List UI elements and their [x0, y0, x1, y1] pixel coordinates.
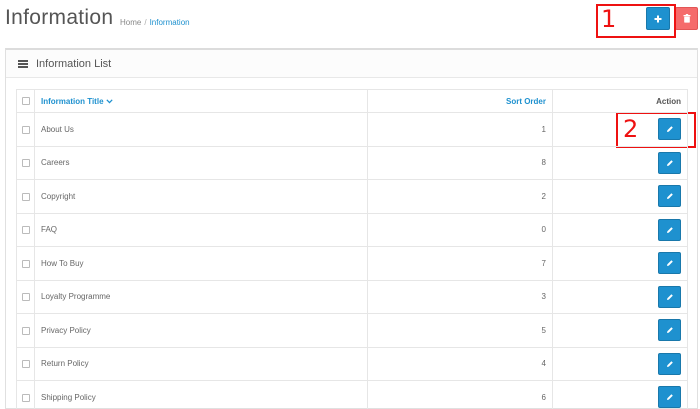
row-sort-order: 1: [367, 112, 553, 147]
row-title: About Us: [34, 112, 368, 147]
pencil-icon: [666, 360, 673, 367]
row-action-cell: [552, 346, 688, 381]
edit-button[interactable]: [658, 118, 681, 141]
edit-button[interactable]: [658, 285, 681, 308]
table-header-row: Information Title Sort Order Action: [16, 89, 688, 113]
row-title: How To Buy: [34, 246, 368, 281]
row-sort-order: 4: [367, 346, 553, 381]
table-row: Careers 8: [16, 145, 688, 180]
row-action-cell: [552, 246, 688, 281]
callout-number-1: 1: [601, 5, 617, 33]
edit-button[interactable]: [658, 185, 681, 208]
edit-button[interactable]: [658, 319, 681, 342]
row-action-cell: [552, 179, 688, 214]
row-select-cell: [16, 145, 35, 180]
row-select-cell: [16, 112, 35, 147]
row-action-cell: [552, 112, 688, 147]
table-row: Return Policy 4: [16, 346, 688, 381]
breadcrumb-separator: /: [144, 18, 147, 27]
column-header-action: Action: [552, 89, 688, 113]
panel-heading: Information List: [6, 50, 697, 78]
table-row: About Us 1: [16, 112, 688, 147]
row-title: Shipping Policy: [34, 380, 368, 409]
row-title: Return Policy: [34, 346, 368, 381]
row-checkbox[interactable]: [21, 259, 30, 268]
row-select-cell: [16, 212, 35, 247]
row-checkbox[interactable]: [21, 360, 30, 369]
breadcrumb: Home / Information: [120, 18, 190, 27]
pencil-icon: [666, 394, 673, 401]
delete-button[interactable]: [675, 7, 698, 30]
select-all-checkbox[interactable]: [21, 97, 30, 106]
edit-button[interactable]: [658, 151, 681, 174]
edit-button[interactable]: [658, 352, 681, 375]
information-list-panel: Information List Information Title Sort …: [5, 48, 698, 409]
row-checkbox[interactable]: [21, 293, 30, 302]
row-checkbox[interactable]: [21, 326, 30, 335]
row-title: Copyright: [34, 179, 368, 214]
pencil-icon: [666, 159, 673, 166]
row-select-cell: [16, 179, 35, 214]
row-sort-order: 3: [367, 279, 553, 314]
row-title: FAQ: [34, 212, 368, 247]
row-checkbox[interactable]: [21, 226, 30, 235]
row-sort-order: 0: [367, 212, 553, 247]
row-title: Loyalty Programme: [34, 279, 368, 314]
table-body: About Us 1 Careers 8 Copyright 2 FAQ 0 H…: [16, 112, 688, 409]
row-select-cell: [16, 313, 35, 348]
table-row: Loyalty Programme 3: [16, 279, 688, 314]
edit-button[interactable]: [658, 386, 681, 409]
row-sort-order: 8: [367, 145, 553, 180]
pencil-icon: [666, 226, 673, 233]
table-row: Shipping Policy 6: [16, 380, 688, 409]
page-title: Information: [5, 6, 114, 29]
row-action-cell: [552, 145, 688, 180]
panel-title: Information List: [36, 57, 112, 70]
trash-icon: [683, 14, 690, 23]
row-title: Careers: [34, 145, 368, 180]
row-select-cell: [16, 279, 35, 314]
pencil-icon: [666, 327, 673, 334]
table-row: Copyright 2: [16, 179, 688, 214]
pencil-icon: [666, 193, 673, 200]
table-row: Privacy Policy 5: [16, 313, 688, 348]
breadcrumb-information[interactable]: Information: [150, 18, 190, 27]
row-sort-order: 6: [367, 380, 553, 409]
column-title-label: Information Title: [41, 96, 104, 106]
list-icon: [18, 59, 28, 68]
column-header-title[interactable]: Information Title: [34, 89, 368, 113]
row-select-cell: [16, 246, 35, 281]
row-action-cell: [552, 380, 688, 409]
row-action-cell: [552, 212, 688, 247]
row-select-cell: [16, 380, 35, 409]
row-action-cell: [552, 313, 688, 348]
table-row: How To Buy 7: [16, 246, 688, 281]
row-checkbox[interactable]: [21, 192, 30, 201]
breadcrumb-home[interactable]: Home: [120, 18, 141, 27]
page: Information Home / Information 1 2 Informa…: [0, 0, 700, 409]
chevron-down-icon: [105, 97, 113, 106]
edit-button[interactable]: [658, 218, 681, 241]
row-sort-order: 7: [367, 246, 553, 281]
row-checkbox[interactable]: [21, 125, 30, 134]
row-select-cell: [16, 346, 35, 381]
row-action-cell: [552, 279, 688, 314]
row-checkbox[interactable]: [21, 159, 30, 168]
row-checkbox[interactable]: [21, 393, 30, 402]
information-table: Information Title Sort Order Action Abou…: [16, 89, 688, 409]
row-title: Privacy Policy: [34, 313, 368, 348]
pencil-icon: [666, 126, 673, 133]
table-row: FAQ 0: [16, 212, 688, 247]
row-sort-order: 2: [367, 179, 553, 214]
pencil-icon: [666, 293, 673, 300]
pencil-icon: [666, 260, 673, 267]
edit-button[interactable]: [658, 252, 681, 275]
select-all-cell: [16, 89, 35, 113]
column-header-sort-order[interactable]: Sort Order: [367, 89, 553, 113]
row-sort-order: 5: [367, 313, 553, 348]
